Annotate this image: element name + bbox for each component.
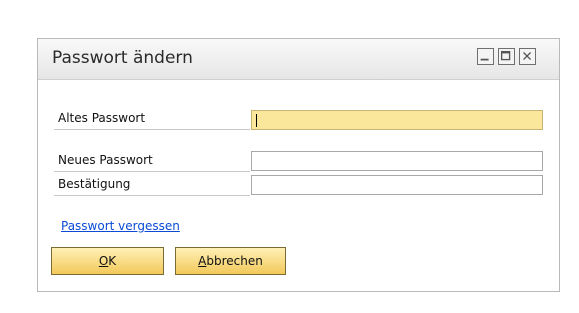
close-button[interactable] — [519, 48, 536, 65]
confirm-password-row-line — [54, 195, 250, 196]
title-bar[interactable]: Passwort ändern — [38, 39, 559, 80]
maximize-button[interactable] — [498, 48, 515, 65]
minimize-icon — [480, 58, 489, 61]
cancel-button[interactable]: Abbrechen — [175, 247, 286, 275]
maximize-icon — [500, 50, 511, 61]
old-password-field[interactable] — [251, 110, 543, 130]
close-icon — [523, 52, 532, 61]
window-title: Passwort ändern — [52, 48, 193, 68]
new-password-label: Neues Passwort — [58, 153, 153, 167]
old-password-row-line — [54, 129, 250, 130]
new-password-field[interactable] — [251, 151, 543, 171]
change-password-dialog: Passwort ändern Altes Passwort Neues Pas… — [37, 38, 560, 292]
old-password-label: Altes Passwort — [58, 111, 146, 125]
ok-label-rest: K — [108, 254, 117, 268]
confirm-password-field[interactable] — [251, 175, 543, 195]
text-caret — [256, 114, 257, 127]
minimize-button[interactable] — [477, 48, 494, 65]
ok-button[interactable]: OK — [51, 247, 164, 275]
screen: Passwort ändern Altes Passwort Neues Pas… — [0, 0, 579, 313]
new-password-row-line — [54, 171, 250, 172]
ok-accelerator: O — [98, 254, 109, 268]
cancel-label-rest: bbrechen — [206, 254, 263, 268]
confirm-password-label: Bestätigung — [58, 177, 131, 191]
forgot-password-link[interactable]: Passwort vergessen — [61, 219, 180, 233]
